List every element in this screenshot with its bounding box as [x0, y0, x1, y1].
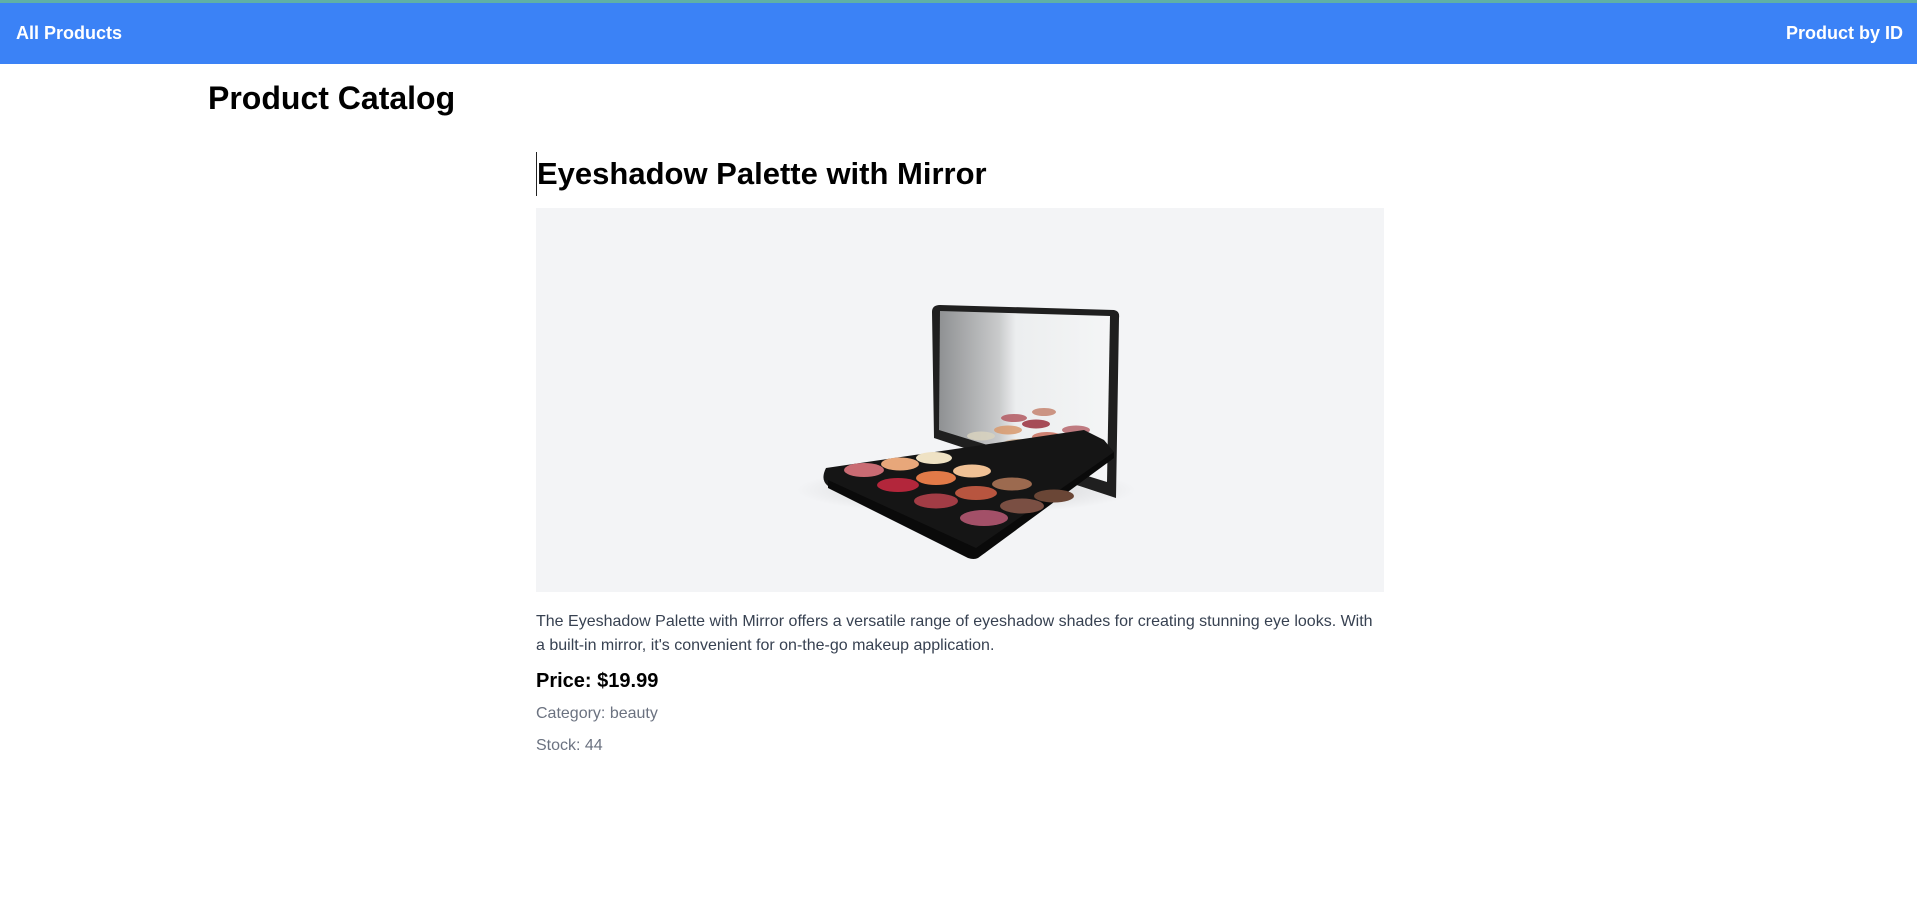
product-description: The Eyeshadow Palette with Mirror offers… [536, 613, 1373, 654]
product-price: Price: $19.99 [536, 670, 659, 692]
nav-all-products-link[interactable]: All Products [16, 23, 122, 44]
eyeshadow-palette-illustration [796, 305, 1136, 559]
product-image [536, 208, 1384, 592]
product-stock: Stock: 44 [536, 737, 603, 754]
product-detail: Eyeshadow Palette with Mirror The Eyesha… [536, 152, 1384, 755]
page-title: Product Catalog [208, 80, 456, 116]
top-navbar: All Products Product by ID [0, 3, 1917, 64]
product-name: Eyeshadow Palette with Mirror [536, 152, 1384, 196]
nav-product-by-id-link[interactable]: Product by ID [1786, 23, 1903, 44]
product-category: Category: beauty [536, 705, 658, 722]
